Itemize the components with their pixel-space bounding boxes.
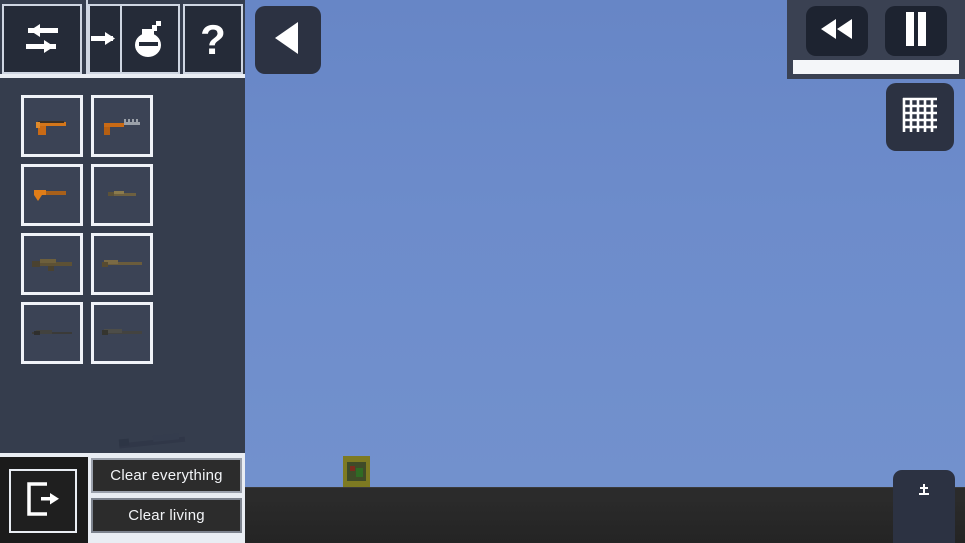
grenade-icon <box>130 17 170 61</box>
assault-rifle-sprite <box>28 253 76 275</box>
svg-text:?: ? <box>200 16 226 62</box>
weapon-slot-battle-rifle[interactable] <box>91 233 153 295</box>
carbine-sprite <box>98 184 146 206</box>
rewind-button[interactable] <box>806 6 868 56</box>
floating-weapon-sprite[interactable] <box>113 429 195 451</box>
swap-arrows-icon <box>18 20 66 58</box>
anchor-icon <box>917 482 931 503</box>
next-button[interactable] <box>88 4 124 74</box>
back-button[interactable] <box>255 6 321 74</box>
player-detail-red <box>350 466 355 471</box>
grid-toggle-button[interactable] <box>886 83 954 151</box>
marksman-rifle-sprite <box>98 322 146 344</box>
sniper-rifle-sprite <box>28 322 76 344</box>
clear-everything-button[interactable]: Clear everything <box>91 458 242 493</box>
swap-button[interactable] <box>2 4 82 74</box>
playback-control-panel <box>787 0 965 79</box>
question-mark-icon: ? <box>196 16 230 62</box>
game-screen: ? Clear everything Clear living <box>0 0 965 543</box>
pause-button[interactable] <box>885 6 947 56</box>
weapon-slot-marksman-rifle[interactable] <box>91 302 153 364</box>
pistol-sprite <box>28 115 76 137</box>
toolbar-underline <box>0 74 245 78</box>
grid-icon <box>899 94 941 141</box>
sidebar-toolbar: ? <box>0 0 245 78</box>
bottom-right-panel[interactable] <box>893 470 955 543</box>
weapon-slot-assault-rifle[interactable] <box>21 233 83 295</box>
weapon-slot-pistol[interactable] <box>21 95 83 157</box>
weapon-slot-sniper-rifle[interactable] <box>21 302 83 364</box>
timeline-slider[interactable] <box>793 60 959 74</box>
battle-rifle-sprite <box>98 253 146 275</box>
weapon-slot-carbine[interactable] <box>91 164 153 226</box>
player-character[interactable] <box>341 456 372 487</box>
clear-living-button[interactable]: Clear living <box>91 498 242 533</box>
clear-actions-panel: Clear everything Clear living <box>88 455 245 543</box>
sawed-off-shotgun-sprite <box>28 184 76 206</box>
submachine-gun-sprite <box>98 115 146 137</box>
rewind-icon <box>818 17 856 46</box>
triangle-left-icon <box>271 19 305 62</box>
timeline-fill <box>793 60 959 74</box>
exit-icon <box>21 478 65 525</box>
weapon-slot-sawed-off-shotgun[interactable] <box>21 164 83 226</box>
weapon-grid <box>21 95 221 364</box>
grenade-button[interactable] <box>120 4 180 74</box>
sidebar-panel: ? <box>0 0 245 453</box>
pause-icon <box>903 10 929 53</box>
help-button[interactable]: ? <box>183 4 243 74</box>
weapon-slot-submachine-gun[interactable] <box>91 95 153 157</box>
player-detail-green <box>356 468 363 477</box>
exit-button[interactable] <box>9 469 77 533</box>
arrow-right-icon <box>91 26 121 52</box>
